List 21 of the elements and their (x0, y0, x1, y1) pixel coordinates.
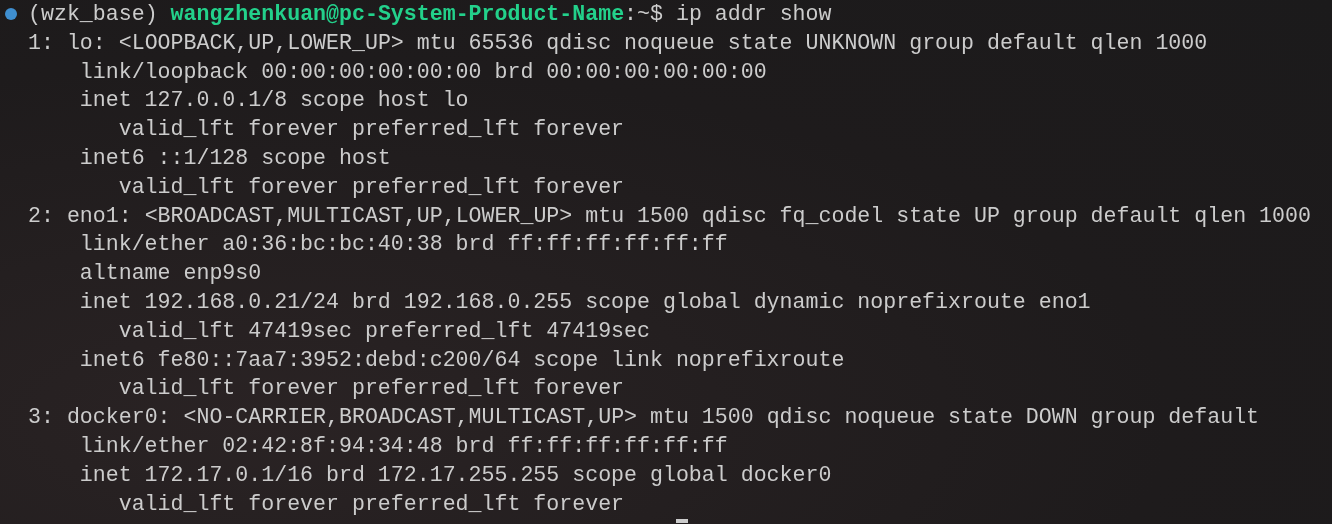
output-line: link/loopback 00:00:00:00:00:00 brd 00:00:00:00:00:00 (78, 58, 768, 86)
prompt-path: :~$ (624, 2, 663, 26)
output-line: 3: docker0: <NO-CARRIER,BROADCAST,MULTICAST,UP> mtu 1500 qdisc noqueue state DOWN group default (28, 404, 1261, 432)
output-line: valid_lft forever preferred_lft forever (117, 375, 626, 403)
output-line: inet6 ::1/128 scope host (78, 145, 392, 172)
output-line: 2: eno1: <BROADCAST,MULTICAST,UP,LOWER_UP> mtu 1500 qdisc fq_codel state UP group default qlen 1000 (28, 202, 1312, 230)
output-line: inet6 fe80::7aa7:3952:debd:c200/64 scope link noprefixroute (78, 346, 846, 374)
output-line: altname enp9s0 (78, 260, 263, 288)
output-line: valid_lft forever preferred_lft forever (117, 116, 626, 144)
environment-name: (wzk_base) (28, 2, 158, 26)
command-text: ip addr show (675, 2, 832, 26)
output-line: inet 192.168.0.21/24 brd 192.168.0.255 scope global dynamic noprefixroute eno1 (78, 288, 1092, 316)
output-line: valid_lft forever preferred_lft forever (117, 173, 626, 201)
user-host: wangzhenkuan@pc-System-Product-Name (170, 2, 625, 26)
output-line: 1: lo: <LOOPBACK,UP,LOWER_UP> mtu 65536 qdisc noqueue state UNKNOWN group default qlen 1000 (28, 29, 1209, 57)
output-line: inet 127.0.0.1/8 scope host lo (78, 87, 470, 115)
output-line: inet 172.17.0.1/16 brd 172.17.255.255 scope global docker0 (78, 461, 833, 489)
output-line: link/ether a0:36:bc:bc:40:38 brd ff:ff:ff:ff:ff:ff (78, 231, 729, 259)
output-line: link/ether 02:42:8f:94:34:48 brd ff:ff:ff:ff:ff:ff (78, 432, 729, 460)
output-line: valid_lft forever preferred_lft forever (117, 490, 626, 518)
output-line: valid_lft 47419sec preferred_lft 47419sec (117, 317, 651, 345)
